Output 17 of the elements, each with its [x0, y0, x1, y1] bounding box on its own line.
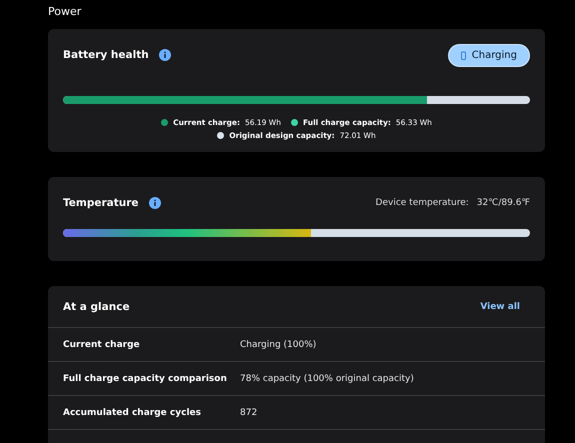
- card-title: At a glance: [63, 300, 130, 312]
- temperature-value: 32℃/89.6℉: [476, 198, 530, 208]
- card-title: Battery health: [63, 49, 149, 61]
- row-label: Full charge capacity comparison: [63, 374, 228, 384]
- row-label: Current charge: [63, 340, 141, 350]
- view-all-link[interactable]: View all: [480, 302, 520, 312]
- row-value: 78% capacity (100% original capacity): [240, 374, 415, 384]
- card-title: Temperature: [63, 197, 139, 209]
- battery-icon: [460, 50, 466, 60]
- info-icon[interactable]: [158, 49, 171, 61]
- row-value: Charging (100%): [240, 340, 318, 350]
- temperature-label: Device temperature:: [376, 198, 469, 208]
- status-button[interactable]: Charging: [448, 44, 530, 66]
- row-value: 872: [240, 408, 258, 418]
- row-label: Accumulated charge cycles: [63, 408, 202, 418]
- info-icon[interactable]: [148, 197, 161, 209]
- page-title: Power: [48, 4, 82, 20]
